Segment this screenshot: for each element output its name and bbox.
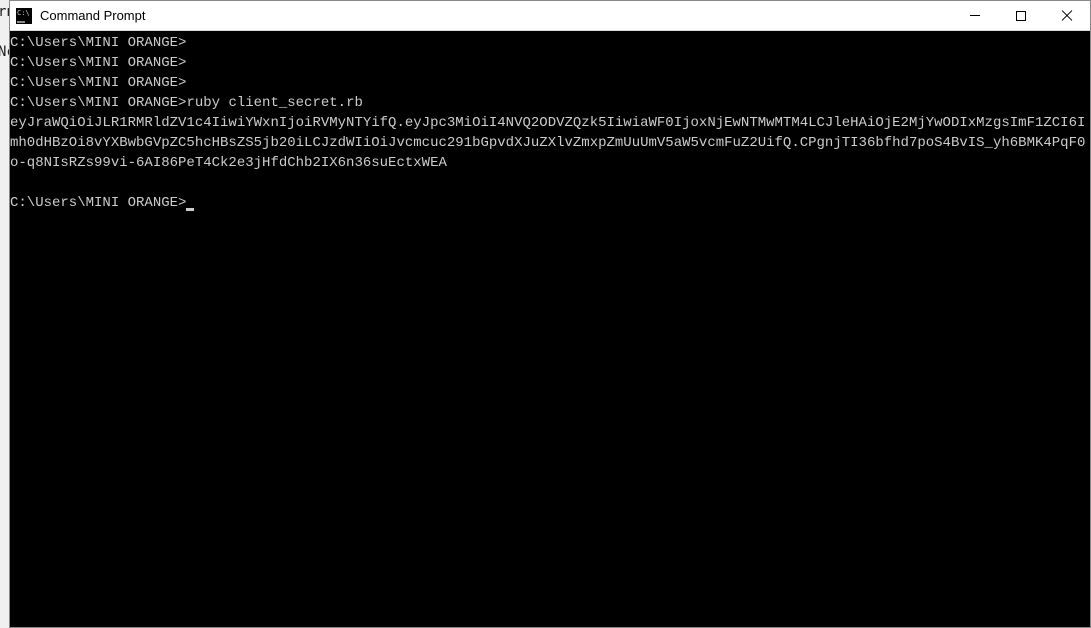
maximize-button[interactable] <box>998 1 1044 30</box>
prompt-line-3: C:\Users\MINI ORANGE> <box>10 73 1090 93</box>
window-title: Command Prompt <box>40 8 952 23</box>
window-controls <box>952 1 1090 30</box>
close-icon <box>1061 10 1073 22</box>
output-line: eyJraWQiOiJLR1RMRldZV1c4IiwiYWxnIjoiRVMy… <box>10 113 1090 173</box>
blank-line <box>10 173 1090 193</box>
maximize-icon <box>1016 11 1026 21</box>
prompt-line-2: C:\Users\MINI ORANGE> <box>10 53 1090 73</box>
titlebar[interactable]: Command Prompt <box>10 1 1090 31</box>
minimize-icon <box>970 15 980 16</box>
cmd-icon <box>16 8 32 24</box>
command-line: C:\Users\MINI ORANGE>ruby client_secret.… <box>10 93 1090 113</box>
minimize-button[interactable] <box>952 1 998 30</box>
close-button[interactable] <box>1044 1 1090 30</box>
cursor <box>186 208 194 211</box>
command-prompt-window: Command Prompt C:\Users\MINI ORANGE> C:\… <box>9 0 1091 628</box>
prompt-line-1: C:\Users\MINI ORANGE> <box>10 33 1090 53</box>
current-prompt-line: C:\Users\MINI ORANGE> <box>10 193 1090 213</box>
terminal-area[interactable]: C:\Users\MINI ORANGE> C:\Users\MINI ORAN… <box>10 31 1090 627</box>
